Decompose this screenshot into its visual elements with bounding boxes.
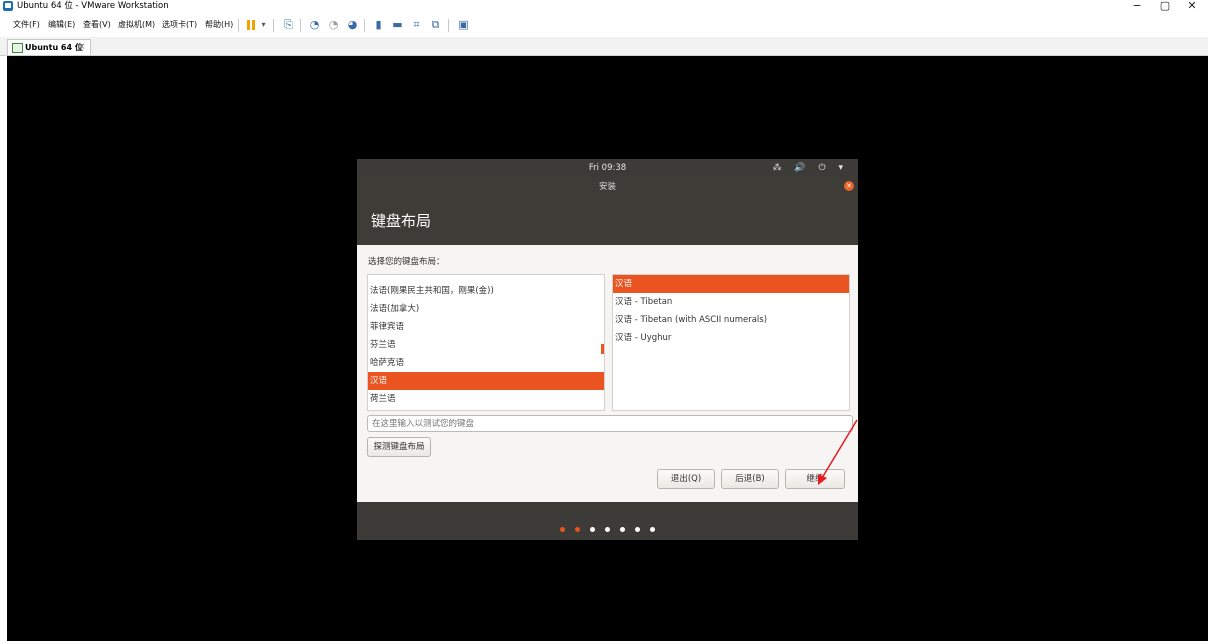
fit-window-icon[interactable]: ⌗ — [410, 18, 423, 31]
toolbar-separator — [364, 19, 365, 32]
tab-label: Ubuntu 64 位 — [25, 43, 83, 52]
back-button[interactable]: 后退(B) — [721, 469, 779, 489]
tab-bar: Ubuntu 64 位 × — [0, 37, 1208, 56]
list-item[interactable]: 菲律宾语 — [368, 318, 604, 336]
window-title: Ubuntu 64 位 - VMware Workstation — [17, 1, 169, 11]
toolbar-separator — [273, 19, 274, 32]
fit-guest-icon[interactable]: ⧉ — [429, 18, 442, 31]
menu-view[interactable]: 查看(V) — [83, 19, 111, 31]
snapshot-icon[interactable]: ◔ — [308, 18, 321, 31]
tab-close-icon[interactable]: × — [78, 41, 86, 54]
layout-list[interactable]: 法语(刚果民主共和国，刚果(金)) 法语(加拿大) 菲律宾语 芬兰语 哈萨克语 … — [367, 274, 605, 411]
close-button[interactable]: ✕ — [1182, 0, 1202, 12]
list-item-selected[interactable]: 汉语 — [368, 372, 604, 390]
title-bar: Ubuntu 64 位 - VMware Workstation − ▢ ✕ — [0, 0, 1208, 13]
list-item[interactable]: 芬兰语 — [368, 336, 604, 354]
unity-icon[interactable]: ▣ — [457, 18, 470, 31]
menu-file[interactable]: 文件(F) — [13, 19, 40, 31]
dialog-title: 安装 — [598, 182, 616, 192]
progress-dot — [650, 527, 655, 532]
progress-dot — [605, 527, 610, 532]
continue-button[interactable]: 继续 — [785, 469, 845, 489]
vm-icon — [12, 43, 23, 53]
list-item[interactable]: 汉语 - Uyghur — [613, 329, 849, 347]
list-item-partial — [368, 275, 604, 282]
revert-snapshot-icon[interactable]: ◔ — [327, 18, 340, 31]
progress-dot — [590, 527, 595, 532]
system-indicators-icon[interactable]: ⁂ 🔊 ⏻ ▾ — [773, 159, 848, 177]
dropdown-icon[interactable]: ▾ — [257, 18, 270, 31]
ubuntu-top-panel: Fri 09:38 ⁂ 🔊 ⏻ ▾ — [357, 159, 858, 177]
progress-dot — [620, 527, 625, 532]
detect-layout-button[interactable]: 探测键盘布局 — [367, 437, 431, 457]
dialog-header: 安装 ✕ 键盘布局 — [357, 177, 858, 245]
menu-tabs[interactable]: 选项卡(T) — [162, 19, 197, 31]
toolbar-separator — [238, 19, 239, 32]
menu-help[interactable]: 帮助(H) — [205, 19, 233, 31]
list-item[interactable]: 哈萨克语 — [368, 354, 604, 372]
installer-dialog: 安装 ✕ 键盘布局 选择您的键盘布局： 法语(刚果民主共和国，刚果(金)) 法语… — [357, 177, 858, 502]
layout-prompt: 选择您的键盘布局： — [368, 257, 445, 267]
page-title: 键盘布局 — [371, 212, 432, 230]
pause-icon[interactable] — [247, 20, 255, 30]
toolbar-separator — [300, 19, 301, 32]
installer-footer — [357, 502, 858, 540]
toolbar-separator — [448, 19, 449, 32]
list-item[interactable]: 法语(加拿大) — [368, 300, 604, 318]
progress-dot — [635, 527, 640, 532]
menu-vm[interactable]: 虚拟机(M) — [118, 19, 155, 31]
send-ctrl-alt-del-icon[interactable]: ⎘ — [282, 18, 295, 31]
minimize-button[interactable]: − — [1127, 0, 1147, 12]
progress-dots — [357, 527, 858, 533]
dialog-close-icon[interactable]: ✕ — [844, 181, 854, 191]
progress-dot — [575, 527, 580, 532]
vmware-app-icon — [3, 1, 13, 11]
list-item[interactable]: 汉语 - Tibetan (with ASCII numerals) — [613, 311, 849, 329]
menu-toolbar-bar: 文件(F) 编辑(E) 查看(V) 虚拟机(M) 选项卡(T) 帮助(H) ▾ … — [0, 14, 1208, 36]
list-item[interactable]: 法语(刚果民主共和国，刚果(金)) — [368, 282, 604, 300]
thumbnail-bar-icon[interactable]: ▬ — [391, 18, 404, 31]
snapshot-manager-icon[interactable]: ◕ — [346, 18, 359, 31]
variant-list[interactable]: 汉语 汉语 - Tibetan 汉语 - Tibetan (with ASCII… — [612, 274, 850, 411]
list-item[interactable]: 汉语 - Tibetan — [613, 293, 849, 311]
list-item-selected[interactable]: 汉语 — [613, 275, 849, 293]
keyboard-test-input[interactable] — [367, 415, 853, 432]
quit-button[interactable]: 退出(Q) — [657, 469, 715, 489]
layout-list-scrollbar[interactable] — [601, 344, 604, 354]
console-view-icon[interactable]: ▮ — [372, 18, 385, 31]
list-item[interactable]: 荷兰语 — [368, 390, 604, 408]
progress-dot — [560, 527, 565, 532]
tab-ubuntu-vm[interactable]: Ubuntu 64 位 × — [7, 39, 91, 55]
menu-edit[interactable]: 编辑(E) — [48, 19, 75, 31]
maximize-button[interactable]: ▢ — [1155, 0, 1175, 12]
